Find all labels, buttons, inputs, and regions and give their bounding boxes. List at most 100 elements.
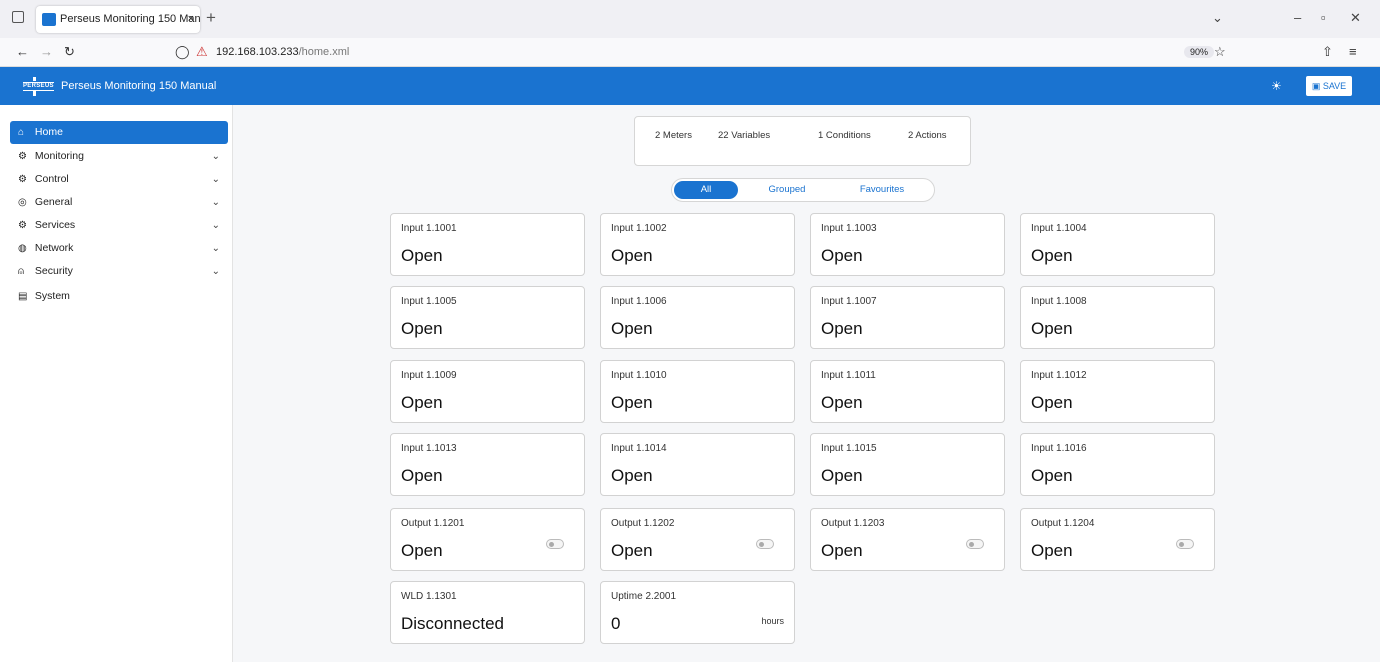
variable-value: Open: [1031, 319, 1073, 338]
sidebar-item-label: Security: [34, 265, 73, 277]
sidebar-item-system[interactable]: ▤ System: [10, 285, 228, 308]
output-toggle-switch[interactable]: [756, 539, 774, 549]
variable-value: Open: [401, 319, 443, 338]
sidebar-item-home[interactable]: ⌂ Home: [10, 121, 228, 144]
variable-name: Input 1.1001: [401, 223, 457, 234]
network-icon: ◍: [18, 243, 27, 254]
theme-toggle-icon[interactable]: ☀: [1271, 79, 1282, 93]
variable-card[interactable]: Input 1.1014 Open: [600, 433, 795, 496]
lock-insecure-icon[interactable]: ⚠: [196, 45, 208, 59]
chevron-down-icon[interactable]: ⌄: [212, 168, 220, 191]
variable-card[interactable]: Input 1.1011 Open: [810, 360, 1005, 423]
url-path: /home.xml: [298, 46, 350, 58]
variable-name: Output 1.1201: [401, 518, 465, 529]
output-toggle-switch[interactable]: [546, 539, 564, 549]
forward-icon[interactable]: →: [40, 45, 53, 59]
sidebar-item-security[interactable]: ⍝ Security ⌄: [10, 260, 228, 283]
summary-variables[interactable]: 22 Variables: [718, 130, 770, 141]
menu-icon[interactable]: ≡: [1349, 45, 1357, 59]
tab-list-icon[interactable]: [12, 11, 24, 23]
variable-value: Open: [1031, 393, 1073, 412]
variable-name: Output 1.1202: [611, 518, 675, 529]
sidebar-item-network[interactable]: ◍ Network ⌄: [10, 237, 228, 260]
variable-card[interactable]: Input 1.1006 Open: [600, 286, 795, 349]
variable-card[interactable]: Input 1.1007 Open: [810, 286, 1005, 349]
url-bar[interactable]: 192.168.103.233/home.xml: [216, 46, 349, 58]
summary-actions[interactable]: 2 Actions: [908, 130, 947, 141]
browser-tab[interactable]: Perseus Monitoring 150 Manual ×: [36, 6, 200, 33]
variable-card[interactable]: Uptime 2.2001 0 hours: [600, 581, 795, 644]
perseus-logo: PERSEUS: [23, 77, 54, 97]
save-icon: ▣: [1311, 81, 1323, 91]
extensions-icon[interactable]: ⇧: [1322, 45, 1333, 59]
variable-card[interactable]: Input 1.1015 Open: [810, 433, 1005, 496]
favicon-icon: [42, 13, 56, 26]
variable-name: Output 1.1203: [821, 518, 885, 529]
output-toggle-switch[interactable]: [966, 539, 984, 549]
window-close-icon[interactable]: ✕: [1350, 10, 1361, 26]
variable-card[interactable]: Input 1.1004 Open: [1020, 213, 1215, 276]
variable-name: Input 1.1011: [821, 370, 876, 381]
chevron-down-icon[interactable]: ⌄: [212, 214, 220, 237]
variable-card[interactable]: Output 1.1204 Open: [1020, 508, 1215, 571]
variable-card[interactable]: Output 1.1202 Open: [600, 508, 795, 571]
variable-value: 0: [611, 614, 621, 633]
tab-close-icon[interactable]: ×: [188, 6, 194, 33]
variable-name: Input 1.1006: [611, 296, 667, 307]
bookmark-star-icon[interactable]: ☆: [1214, 45, 1226, 59]
variable-name: WLD 1.1301: [401, 591, 457, 602]
zoom-badge[interactable]: 90%: [1184, 46, 1215, 58]
tab-overflow-chevron-icon[interactable]: ⌄: [1212, 10, 1223, 26]
variable-value: Open: [1031, 541, 1073, 560]
summary-meters[interactable]: 2 Meters: [655, 130, 692, 141]
variable-card[interactable]: Input 1.1005 Open: [390, 286, 585, 349]
variable-card[interactable]: Input 1.1016 Open: [1020, 433, 1215, 496]
tab-all[interactable]: All: [674, 181, 738, 199]
summary-panel: 2 Meters 22 Variables 1 Conditions 2 Act…: [634, 116, 971, 166]
sidebar-item-services[interactable]: ⚙ Services ⌄: [10, 214, 228, 237]
variable-name: Input 1.1007: [821, 296, 877, 307]
variable-unit: hours: [761, 616, 784, 626]
variable-card[interactable]: Output 1.1201 Open: [390, 508, 585, 571]
variable-card[interactable]: Input 1.1012 Open: [1020, 360, 1215, 423]
sidebar-item-general[interactable]: ◎ General ⌄: [10, 191, 228, 214]
variable-value: Open: [821, 541, 863, 560]
variable-card[interactable]: Input 1.1008 Open: [1020, 286, 1215, 349]
variable-card[interactable]: Input 1.1003 Open: [810, 213, 1005, 276]
output-toggle-switch[interactable]: [1176, 539, 1194, 549]
sidebar-item-control[interactable]: ⚙ Control ⌄: [10, 168, 228, 191]
chevron-down-icon[interactable]: ⌄: [212, 191, 220, 214]
system-icon: ▤: [18, 291, 28, 302]
maximize-icon[interactable]: ▫: [1321, 10, 1326, 25]
tab-title: Perseus Monitoring 150 Manual: [60, 13, 200, 25]
variable-value: Open: [401, 393, 443, 412]
filter-tabs: All Grouped Favourites: [671, 178, 935, 202]
variable-value: Open: [611, 246, 653, 265]
variable-name: Input 1.1010: [611, 370, 667, 381]
chevron-down-icon[interactable]: ⌄: [212, 237, 220, 260]
sidebar-item-monitoring[interactable]: ⚙ Monitoring ⌄: [10, 145, 228, 168]
new-tab-icon[interactable]: +: [206, 9, 216, 27]
variable-name: Input 1.1004: [1031, 223, 1087, 234]
chevron-down-icon[interactable]: ⌄: [212, 260, 220, 283]
back-icon[interactable]: ←: [16, 45, 29, 59]
chevron-down-icon[interactable]: ⌄: [212, 145, 220, 168]
variable-card[interactable]: Input 1.1013 Open: [390, 433, 585, 496]
tab-grouped[interactable]: Grouped: [752, 181, 822, 199]
variable-card[interactable]: Input 1.1002 Open: [600, 213, 795, 276]
variable-name: Input 1.1014: [611, 443, 667, 454]
variable-card[interactable]: Input 1.1009 Open: [390, 360, 585, 423]
variable-name: Input 1.1003: [821, 223, 877, 234]
variable-card[interactable]: WLD 1.1301 Disconnected: [390, 581, 585, 644]
variable-card[interactable]: Input 1.1010 Open: [600, 360, 795, 423]
shield-icon[interactable]: ◯: [175, 45, 190, 59]
variable-name: Output 1.1204: [1031, 518, 1095, 529]
variable-card[interactable]: Output 1.1203 Open: [810, 508, 1005, 571]
minimize-icon[interactable]: –: [1294, 10, 1301, 25]
summary-conditions[interactable]: 1 Conditions: [818, 130, 871, 141]
security-icon: ⍝: [18, 266, 24, 277]
variable-card[interactable]: Input 1.1001 Open: [390, 213, 585, 276]
tab-favourites[interactable]: Favourites: [842, 181, 922, 199]
reload-icon[interactable]: ↻: [64, 45, 75, 59]
save-button[interactable]: ▣ SAVE: [1306, 76, 1352, 96]
